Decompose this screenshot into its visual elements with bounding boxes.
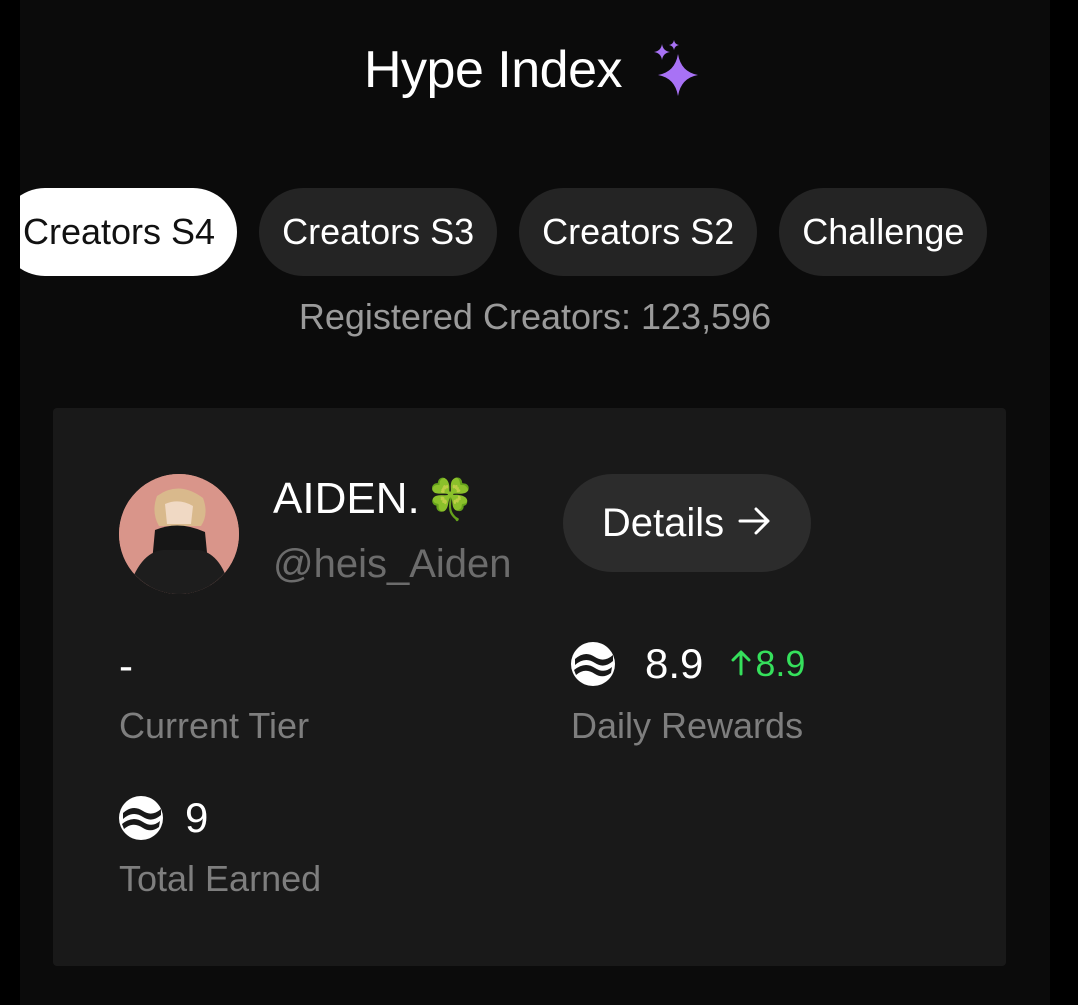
arrow-right-icon [738, 501, 772, 546]
details-button-label: Details [601, 500, 725, 545]
tab-creators-s3[interactable]: Creators S3 [259, 188, 498, 276]
daily-rewards-delta-value: 8.9 [755, 643, 806, 684]
tab-label: Creators S3 [282, 211, 475, 252]
title-row: Hype Index [20, 40, 1050, 100]
hype-index-panel: Hype Index Creators S4 Creators S3 Creat… [20, 0, 1050, 1005]
tab-creators-s2[interactable]: Creators S2 [519, 188, 758, 276]
creator-card: AIDEN. 🍀 @heis_Aiden Details - Current T… [53, 408, 1006, 966]
daily-rewards-delta: 8.9 [731, 643, 805, 685]
page-title: Hype Index [363, 41, 623, 99]
sparkles-icon [646, 40, 706, 100]
tab-label: Challenge [802, 211, 965, 252]
total-earned-value: 9 [185, 794, 209, 841]
daily-rewards-value: 8.9 [645, 640, 704, 687]
creator-name: AIDEN. 🍀 [273, 474, 476, 524]
creator-handle: @heis_Aiden [273, 542, 512, 586]
token-icon [119, 796, 163, 840]
daily-rewards-row: 8.9 8.9 [571, 640, 805, 688]
details-button[interactable]: Details [563, 474, 811, 572]
current-tier-value: - [119, 642, 133, 689]
tab-label: Creators S2 [542, 211, 735, 252]
season-tabs: Creators S4 Creators S3 Creators S2 Chal… [20, 188, 988, 276]
tab-challenge[interactable]: Challenge [779, 188, 988, 276]
token-icon [571, 642, 615, 686]
tab-creators-s4[interactable]: Creators S4 [20, 188, 238, 276]
clover-emoji: 🍀 [425, 477, 476, 522]
daily-rewards-label: Daily Rewards [571, 705, 804, 746]
arrow-up-icon [731, 643, 751, 685]
avatar[interactable] [119, 474, 239, 594]
registered-creators-count: Registered Creators: 123,596 [298, 296, 772, 337]
tab-label: Creators S4 [23, 211, 216, 252]
creator-name-text: AIDEN. [273, 474, 420, 523]
total-earned-row: 9 [119, 794, 208, 842]
current-tier-label: Current Tier [119, 705, 310, 746]
total-earned-label: Total Earned [119, 858, 322, 899]
